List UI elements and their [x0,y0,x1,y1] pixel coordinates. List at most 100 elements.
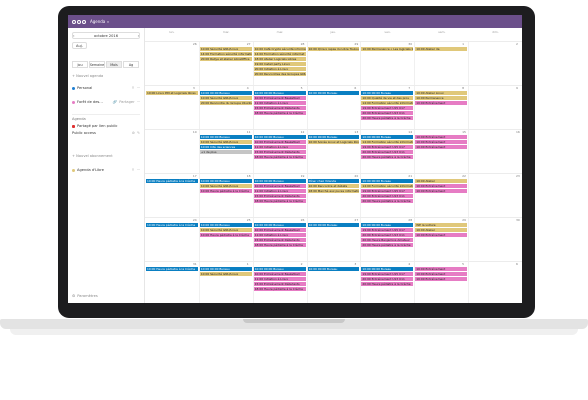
calendar-event[interactable]: 10:00 Rencontre et débats [307,184,360,188]
calendar-event[interactable]: 20:00 Rencontre du Groupe Ubuntu [199,101,252,105]
calendar-event[interactable]: 10:00 Entraînement [415,101,468,105]
day-number[interactable]: 26 [301,218,305,222]
more-icon[interactable]: ··· [137,86,140,90]
day-number[interactable]: 13 [354,130,358,134]
calendar-event[interactable]: 10:00 Atelier de [415,47,468,51]
calendar-event[interactable]: 10:00 Entraînement [415,140,468,144]
calendar-event[interactable]: 10:00 Sécurité GNU/Linux [199,140,252,144]
share-icon[interactable]: ⇪ [132,86,135,90]
new-calendar-button[interactable]: + Nouvel agenda [72,74,140,78]
calendar-event[interactable]: 10:00 Café Crypto sécurité informat [253,47,306,51]
day-number[interactable]: 11 [247,130,251,134]
calendar-event[interactable]: 11:00 Initiation à Linux [253,233,306,237]
month-picker[interactable]: ‹ octobre 2016 › [72,32,140,39]
calendar-event[interactable]: 11:00 Initiation à Linux [253,277,306,281]
calendar-event[interactable]: 18:00 Marché aux puces informatique [307,189,360,193]
more-icon[interactable]: ··· [137,168,140,172]
day-number[interactable]: 26 [193,42,197,46]
view-day-button[interactable]: Jou [72,61,88,68]
calendar-event[interactable]: 10:00 00:00 Bureau [361,135,414,139]
day-number[interactable]: 27 [354,218,358,222]
calendar-event[interactable]: 10:00 Heure pédiatre à la Crèche [146,179,198,183]
calendar-event[interactable]: 10:00 00:00 Bureau [253,179,306,183]
calendar-event[interactable]: 18:00 Heure pédiatre à la Crèche [253,243,306,247]
calendar-event[interactable]: 10:00 Atelier [415,228,468,232]
day-number[interactable]: 17 [193,174,197,178]
day-number[interactable]: 15 [462,130,466,134]
settings-button[interactable]: ⚙ Paramètres [72,294,140,298]
day-number[interactable]: 1 [247,262,249,266]
day-number[interactable]: 31 [193,262,197,266]
calendar-event[interactable]: 14:00 Formation sécurité informatique [361,140,414,144]
calendar-event[interactable]: 18:00 Heure pédiatre à la Crèche [253,287,306,291]
calendar-event[interactable]: 20:00 Entraînement U13 U11 [361,150,414,154]
calendar-event[interactable]: 20:00 Entraînement U13 U11 [361,277,414,281]
calendar-event[interactable]: 10:00 Heure pédiatre à la Crèche [199,189,252,193]
calendar-event[interactable]: 18:00 Atelier Logiciels Libres [253,57,306,61]
link-icon[interactable]: 🔗 [113,100,117,104]
calendar-event[interactable]: 10:00 00:00 Bureau [253,223,306,227]
more-icon[interactable]: ··· [137,100,140,104]
calendar-event[interactable]: 18:00 Heure pédiatre à la Crèche [253,111,306,115]
calendar-event[interactable]: 10:00 Sécurité GNU/Linux [199,272,252,276]
calendar-event[interactable]: 15:00 Entraînement Débutants [253,150,306,154]
calendar-item-personal[interactable]: Personal ⇪ ··· [72,86,140,90]
edit-icon[interactable]: ✎ [137,131,140,135]
calendar-event[interactable]: 10:00 Cité des sciences [199,145,252,149]
calendar-event[interactable]: 15:00 Entraînement Débutants [253,194,306,198]
day-number[interactable]: 2 [301,262,303,266]
calendar-event[interactable]: 10:00 00:00 Bureau [253,91,306,95]
calendar-event[interactable]: 19:00 Entraînement U15 U17 [361,145,414,149]
subscription-item[interactable]: Agenda d'Libre ⇪ ··· [72,168,140,172]
calendar-event[interactable]: 10:00 Qualité de vie et des pros [361,96,414,100]
calendar-event[interactable]: 10:00 Entraînement [415,145,468,149]
calendar-event[interactable]: 10:00 00:00 Bureau [199,179,252,183]
calendar-event[interactable]: 10:00 Permanence « Les logiciels libres [361,47,414,51]
day-number[interactable]: 28 [301,42,305,46]
calendar-event[interactable]: +1 de plus [199,150,252,154]
calendar-event[interactable]: 10:00 Entraînement Basketball [253,272,306,276]
calendar-event[interactable]: 20:00 Heure pédiatre à la Crèche [361,199,414,203]
calendar-event[interactable]: 18:00 Heure pédiatre à la Crèche [253,155,306,159]
calendar-event[interactable]: 20:00 Entraînement U13 U11 [361,233,414,237]
day-number[interactable]: 20 [354,174,358,178]
share-label[interactable]: Partager [119,100,134,104]
day-number[interactable]: 2 [516,42,518,46]
day-number[interactable]: 29 [354,42,358,46]
day-number[interactable]: 7 [408,86,410,90]
calendar-event[interactable]: 20:00 Heure pédiatre à la Crèche [361,116,414,120]
calendar-event[interactable]: 20:00 Heure pédiatre à la Crèche [361,243,414,247]
calendar-event[interactable]: 10:00 Heure pédiatre à la Crèche [199,233,252,237]
day-number[interactable]: 30 [516,218,520,222]
view-month-button[interactable]: Mois [106,61,122,68]
calendar-event[interactable]: 10:00 Permanence [415,96,468,100]
day-number[interactable]: 30 [408,42,412,46]
calendar-event[interactable]: 10:00 Entraînement Basketball [253,96,306,100]
calendar-event[interactable]: 10:00 00:00 Bureau [307,267,360,271]
day-number[interactable]: 8 [462,86,464,90]
calendar-event[interactable]: 10:00 00:00 Bureau [307,91,360,95]
calendar-event[interactable]: 20:00 Rencontres des Groupes GNU [253,72,306,76]
calendar-event[interactable]: 19:00 Entraînement U15 U17 [361,189,414,193]
calendar-event[interactable]: 10:00 00:00 Bureau [199,135,252,139]
calendar-event[interactable]: 11:00 Initiation à Linux [253,189,306,193]
day-number[interactable]: 14 [408,130,412,134]
calendar-event[interactable]: 10:00 Sécurité GNU/Linux [199,47,252,51]
calendar-event[interactable]: 10:00 Entraînement [415,189,468,193]
day-number[interactable]: 6 [354,86,356,90]
link-icon[interactable]: ⊘ [132,131,135,135]
calendar-event[interactable]: 10:00 Entraînement [415,233,468,237]
calendar-event[interactable]: 10:00 00:00 Bureau [307,135,360,139]
calendar-event[interactable]: 10:00 00:00 Bureau [253,135,306,139]
day-number[interactable]: 9 [516,86,518,90]
calendar-event[interactable]: 14:00 Formation sécurité informat [253,52,306,56]
calendar-event[interactable]: 10:00 00:00 Bureau [361,267,414,271]
calendar-event[interactable]: Dîner chez Yolande [307,179,360,183]
calendar-event[interactable]: 10:00 00:00 Bureau [361,223,414,227]
calendar-event[interactable]: 15:00 Entraînement Débutants [253,106,306,110]
calendar-event[interactable]: 19:00 Entraînement U15 U17 [361,228,414,232]
calendar-event[interactable]: 10:00 Soirée Linux et Logiciels libres [307,140,360,144]
calendar-event[interactable]: 10:00 Entraînement [415,277,468,281]
calendar-event[interactable]: 20:00 Initiation à Linux [253,67,306,71]
today-button[interactable]: Auj. [72,42,87,49]
